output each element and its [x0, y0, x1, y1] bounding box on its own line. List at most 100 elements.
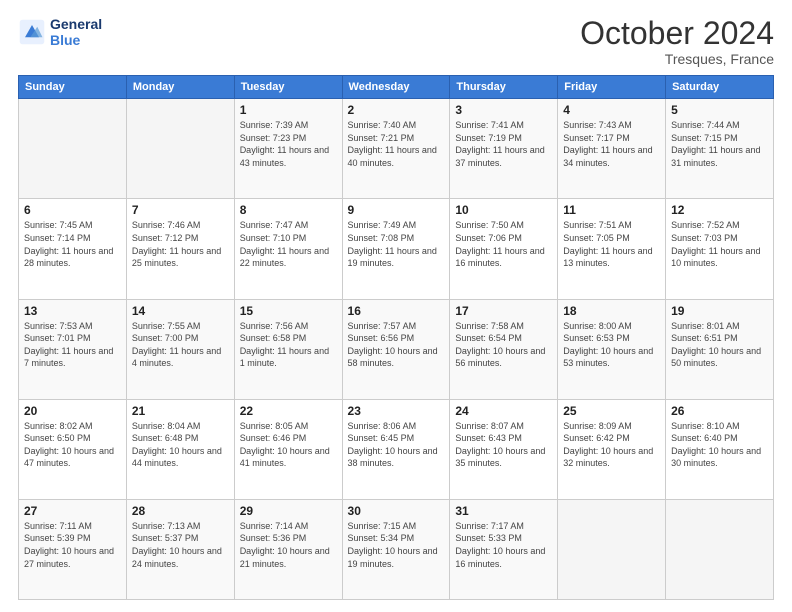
calendar-table: Sunday Monday Tuesday Wednesday Thursday… — [18, 75, 774, 600]
day-number: 21 — [132, 404, 229, 418]
day-info: Sunrise: 7:52 AMSunset: 7:03 PMDaylight:… — [671, 219, 768, 269]
calendar-cell: 19 Sunrise: 8:01 AMSunset: 6:51 PMDayligh… — [666, 299, 774, 399]
calendar-cell: 10 Sunrise: 7:50 AMSunset: 7:06 PMDayligh… — [450, 199, 558, 299]
calendar-cell: 20 Sunrise: 8:02 AMSunset: 6:50 PMDayligh… — [19, 399, 127, 499]
day-number: 1 — [240, 103, 337, 117]
day-number: 31 — [455, 504, 552, 518]
calendar-cell: 29 Sunrise: 7:14 AMSunset: 5:36 PMDayligh… — [234, 499, 342, 599]
day-info: Sunrise: 8:01 AMSunset: 6:51 PMDaylight:… — [671, 320, 768, 370]
header-wednesday: Wednesday — [342, 76, 450, 99]
day-info: Sunrise: 7:40 AMSunset: 7:21 PMDaylight:… — [348, 119, 445, 169]
day-info: Sunrise: 7:14 AMSunset: 5:36 PMDaylight:… — [240, 520, 337, 570]
week-row-2: 13Sunrise: 7:53 AMSunset: 7:01 PMDayligh… — [19, 299, 774, 399]
logo-text: General Blue — [50, 16, 102, 48]
day-info: Sunrise: 7:57 AMSunset: 6:56 PMDaylight:… — [348, 320, 445, 370]
calendar-cell: 17 Sunrise: 7:58 AMSunset: 6:54 PMDayligh… — [450, 299, 558, 399]
day-number: 26 — [671, 404, 768, 418]
header-saturday: Saturday — [666, 76, 774, 99]
week-row-3: 20 Sunrise: 8:02 AMSunset: 6:50 PMDayligh… — [19, 399, 774, 499]
day-info: Sunrise: 7:51 AMSunset: 7:05 PMDaylight:… — [563, 219, 660, 269]
day-info: Sunrise: 7:55 AMSunset: 7:00 PMDaylight:… — [132, 320, 229, 370]
day-info: Sunrise: 8:00 AMSunset: 6:53 PMDaylight:… — [563, 320, 660, 370]
day-number: 9 — [348, 203, 445, 217]
header: General Blue October 2024 Tresques, Fran… — [18, 16, 774, 67]
day-info: Sunrise: 7:13 AMSunset: 5:37 PMDaylight:… — [132, 520, 229, 570]
calendar-cell: 12 Sunrise: 7:52 AMSunset: 7:03 PMDayligh… — [666, 199, 774, 299]
calendar-cell: 8 Sunrise: 7:47 AMSunset: 7:10 PMDaylight… — [234, 199, 342, 299]
day-number: 22 — [240, 404, 337, 418]
day-number: 18 — [563, 304, 660, 318]
day-number: 8 — [240, 203, 337, 217]
calendar-cell: 26Sunrise: 8:10 AMSunset: 6:40 PMDayligh… — [666, 399, 774, 499]
day-info: Sunrise: 7:17 AMSunset: 5:33 PMDaylight:… — [455, 520, 552, 570]
day-info: Sunrise: 8:07 AMSunset: 6:43 PMDaylight:… — [455, 420, 552, 470]
day-info: Sunrise: 7:56 AMSunset: 6:58 PMDaylight:… — [240, 320, 337, 370]
calendar-cell: 7 Sunrise: 7:46 AMSunset: 7:12 PMDaylight… — [126, 199, 234, 299]
calendar-cell — [19, 99, 127, 199]
day-info: Sunrise: 8:04 AMSunset: 6:48 PMDaylight:… — [132, 420, 229, 470]
location: Tresques, France — [580, 51, 774, 67]
day-info: Sunrise: 7:49 AMSunset: 7:08 PMDaylight:… — [348, 219, 445, 269]
logo: General Blue — [18, 16, 102, 48]
calendar-cell — [558, 499, 666, 599]
calendar-cell: 16 Sunrise: 7:57 AMSunset: 6:56 PMDayligh… — [342, 299, 450, 399]
day-number: 17 — [455, 304, 552, 318]
calendar-cell: 13Sunrise: 7:53 AMSunset: 7:01 PMDayligh… — [19, 299, 127, 399]
week-row-4: 27 Sunrise: 7:11 AMSunset: 5:39 PMDayligh… — [19, 499, 774, 599]
calendar-cell — [126, 99, 234, 199]
day-number: 16 — [348, 304, 445, 318]
day-number: 20 — [24, 404, 121, 418]
day-info: Sunrise: 8:09 AMSunset: 6:42 PMDaylight:… — [563, 420, 660, 470]
day-info: Sunrise: 7:39 AMSunset: 7:23 PMDaylight:… — [240, 119, 337, 169]
calendar-cell — [666, 499, 774, 599]
day-number: 30 — [348, 504, 445, 518]
day-number: 29 — [240, 504, 337, 518]
day-info: Sunrise: 7:15 AMSunset: 5:34 PMDaylight:… — [348, 520, 445, 570]
header-tuesday: Tuesday — [234, 76, 342, 99]
day-number: 7 — [132, 203, 229, 217]
day-info: Sunrise: 7:46 AMSunset: 7:12 PMDaylight:… — [132, 219, 229, 269]
calendar-cell: 27 Sunrise: 7:11 AMSunset: 5:39 PMDayligh… — [19, 499, 127, 599]
day-number: 4 — [563, 103, 660, 117]
day-info: Sunrise: 7:11 AMSunset: 5:39 PMDaylight:… — [24, 520, 121, 570]
calendar-cell: 3 Sunrise: 7:41 AMSunset: 7:19 PMDaylight… — [450, 99, 558, 199]
day-number: 24 — [455, 404, 552, 418]
day-number: 3 — [455, 103, 552, 117]
day-info: Sunrise: 7:47 AMSunset: 7:10 PMDaylight:… — [240, 219, 337, 269]
day-info: Sunrise: 8:05 AMSunset: 6:46 PMDaylight:… — [240, 420, 337, 470]
day-info: Sunrise: 7:58 AMSunset: 6:54 PMDaylight:… — [455, 320, 552, 370]
day-info: Sunrise: 7:41 AMSunset: 7:19 PMDaylight:… — [455, 119, 552, 169]
header-friday: Friday — [558, 76, 666, 99]
calendar-cell: 22 Sunrise: 8:05 AMSunset: 6:46 PMDayligh… — [234, 399, 342, 499]
day-number: 25 — [563, 404, 660, 418]
calendar-cell: 2 Sunrise: 7:40 AMSunset: 7:21 PMDaylight… — [342, 99, 450, 199]
day-number: 12 — [671, 203, 768, 217]
day-info: Sunrise: 7:50 AMSunset: 7:06 PMDaylight:… — [455, 219, 552, 269]
calendar-cell: 14Sunrise: 7:55 AMSunset: 7:00 PMDayligh… — [126, 299, 234, 399]
day-info: Sunrise: 8:06 AMSunset: 6:45 PMDaylight:… — [348, 420, 445, 470]
day-number: 5 — [671, 103, 768, 117]
calendar-cell: 5Sunrise: 7:44 AMSunset: 7:15 PMDaylight… — [666, 99, 774, 199]
day-number: 10 — [455, 203, 552, 217]
weekday-header-row: Sunday Monday Tuesday Wednesday Thursday… — [19, 76, 774, 99]
title-block: October 2024 Tresques, France — [580, 16, 774, 67]
day-info: Sunrise: 8:02 AMSunset: 6:50 PMDaylight:… — [24, 420, 121, 470]
logo-icon — [18, 18, 46, 46]
day-info: Sunrise: 7:43 AMSunset: 7:17 PMDaylight:… — [563, 119, 660, 169]
month-title: October 2024 — [580, 16, 774, 51]
day-info: Sunrise: 7:45 AMSunset: 7:14 PMDaylight:… — [24, 219, 121, 269]
calendar-cell: 23Sunrise: 8:06 AMSunset: 6:45 PMDayligh… — [342, 399, 450, 499]
day-info: Sunrise: 7:53 AMSunset: 7:01 PMDaylight:… — [24, 320, 121, 370]
page: General Blue October 2024 Tresques, Fran… — [0, 0, 792, 612]
calendar-cell: 11Sunrise: 7:51 AMSunset: 7:05 PMDayligh… — [558, 199, 666, 299]
day-number: 2 — [348, 103, 445, 117]
day-number: 19 — [671, 304, 768, 318]
calendar-cell: 1 Sunrise: 7:39 AMSunset: 7:23 PMDaylight… — [234, 99, 342, 199]
calendar-cell: 30 Sunrise: 7:15 AMSunset: 5:34 PMDayligh… — [342, 499, 450, 599]
calendar-cell: 18 Sunrise: 8:00 AMSunset: 6:53 PMDayligh… — [558, 299, 666, 399]
calendar-cell: 9 Sunrise: 7:49 AMSunset: 7:08 PMDaylight… — [342, 199, 450, 299]
calendar-cell: 21 Sunrise: 8:04 AMSunset: 6:48 PMDayligh… — [126, 399, 234, 499]
week-row-0: 1 Sunrise: 7:39 AMSunset: 7:23 PMDaylight… — [19, 99, 774, 199]
day-number: 28 — [132, 504, 229, 518]
day-number: 27 — [24, 504, 121, 518]
